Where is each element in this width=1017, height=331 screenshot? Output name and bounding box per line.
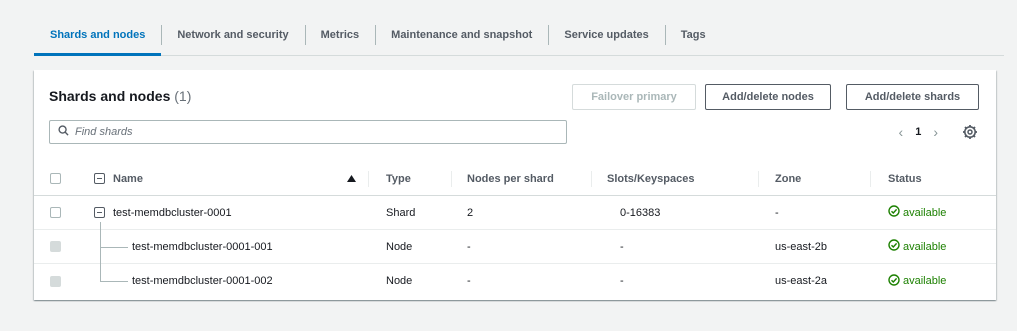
table-row-node[interactable]: test-memdbcluster-0001-002 Node - - us-e… — [34, 247, 996, 298]
panel-title-text: Shards and nodes — [49, 88, 171, 104]
row-zone: us-east-2b — [775, 240, 827, 253]
status-badge: available — [888, 264, 946, 298]
current-page[interactable]: 1 — [915, 126, 921, 138]
row-zone: us-east-2a — [775, 275, 827, 287]
column-header-slots[interactable]: Slots/Keyspaces — [607, 173, 694, 185]
row-slots: 0-16383 — [620, 206, 661, 219]
column-divider — [591, 171, 592, 187]
tree-connector — [100, 222, 101, 247]
tab-metrics[interactable]: Metrics — [304, 14, 376, 55]
column-header-type[interactable]: Type — [386, 173, 411, 185]
check-circle-icon — [888, 239, 900, 254]
column-header-zone[interactable]: Zone — [775, 173, 801, 185]
table-row-node[interactable]: test-memdbcluster-0001-001 Node - - us-e… — [34, 222, 996, 264]
shard-count: (1) — [174, 88, 192, 104]
previous-page-icon[interactable]: ‹ — [899, 124, 904, 140]
pagination: ‹ 1 › — [899, 122, 938, 142]
status-text: available — [903, 240, 947, 253]
status-text: available — [903, 206, 947, 219]
column-divider — [368, 171, 369, 187]
tab-shards-and-nodes[interactable]: Shards and nodes — [34, 14, 162, 56]
row-name: test-memdbcluster-0001-002 — [132, 275, 273, 287]
shards-and-nodes-panel: Shards and nodes (1) Failover primary Ad… — [34, 70, 996, 300]
row-type: Node — [386, 240, 413, 253]
row-checkbox[interactable] — [50, 207, 61, 218]
row-zone: - — [775, 206, 779, 219]
row-nodes-per-shard: - — [467, 240, 471, 253]
tab-label: Service updates — [564, 28, 649, 41]
row-name: test-memdbcluster-0001-001 — [132, 240, 273, 253]
add-delete-shards-button[interactable]: Add/delete shards — [846, 84, 979, 110]
row-checkbox-disabled — [50, 241, 61, 252]
status-badge: available — [888, 196, 946, 229]
tree-connector — [100, 247, 101, 281]
tab-tags[interactable]: Tags — [664, 14, 722, 55]
tab-maintenance-and-snapshot[interactable]: Maintenance and snapshot — [375, 14, 548, 55]
status-text: available — [903, 275, 947, 287]
failover-primary-button[interactable]: Failover primary — [572, 84, 696, 110]
tab-bar: Shards and nodes Network and security Me… — [34, 14, 1004, 56]
collapse-all-icon[interactable] — [94, 173, 105, 184]
row-name: test-memdbcluster-0001 — [113, 206, 232, 219]
search-icon — [58, 123, 69, 141]
row-slots: - — [620, 240, 624, 253]
tab-service-updates[interactable]: Service updates — [548, 14, 664, 55]
settings-gear-icon[interactable] — [962, 124, 978, 140]
status-badge: available — [888, 230, 946, 263]
row-checkbox-disabled — [50, 275, 61, 287]
sort-ascending-icon[interactable] — [347, 162, 356, 195]
tree-connector — [100, 247, 128, 248]
column-header-name[interactable]: Name — [113, 173, 143, 185]
tab-label: Network and security — [177, 28, 289, 41]
tab-network-and-security[interactable]: Network and security — [161, 14, 304, 55]
column-divider — [451, 171, 452, 187]
panel-title: Shards and nodes (1) — [49, 88, 191, 104]
row-slots: - — [620, 275, 624, 287]
row-nodes-per-shard: - — [467, 275, 471, 287]
tab-label: Metrics — [320, 28, 360, 41]
select-all-checkbox[interactable] — [50, 173, 61, 184]
next-page-icon[interactable]: › — [933, 124, 938, 140]
table-header-row: Name Type Nodes per shard Slots/Keyspace… — [34, 162, 996, 196]
column-divider — [758, 171, 759, 187]
add-delete-nodes-button[interactable]: Add/delete nodes — [705, 84, 831, 110]
collapse-shard-icon[interactable] — [94, 207, 105, 218]
column-header-status[interactable]: Status — [888, 173, 922, 185]
search-input[interactable] — [75, 126, 555, 138]
check-circle-icon — [888, 273, 900, 289]
row-nodes-per-shard: 2 — [467, 206, 474, 219]
row-type: Shard — [386, 206, 416, 219]
tab-label: Shards and nodes — [50, 28, 146, 41]
tab-label: Maintenance and snapshot — [391, 28, 533, 41]
row-type: Node — [386, 275, 413, 287]
tree-connector — [100, 281, 128, 282]
column-divider — [870, 171, 871, 187]
search-box[interactable] — [49, 120, 567, 144]
check-circle-icon — [888, 205, 900, 220]
table-row-shard[interactable]: test-memdbcluster-0001 Shard 2 0-16383 -… — [34, 196, 996, 230]
column-header-nodes-per-shard[interactable]: Nodes per shard — [467, 173, 554, 185]
tab-label: Tags — [680, 28, 706, 41]
